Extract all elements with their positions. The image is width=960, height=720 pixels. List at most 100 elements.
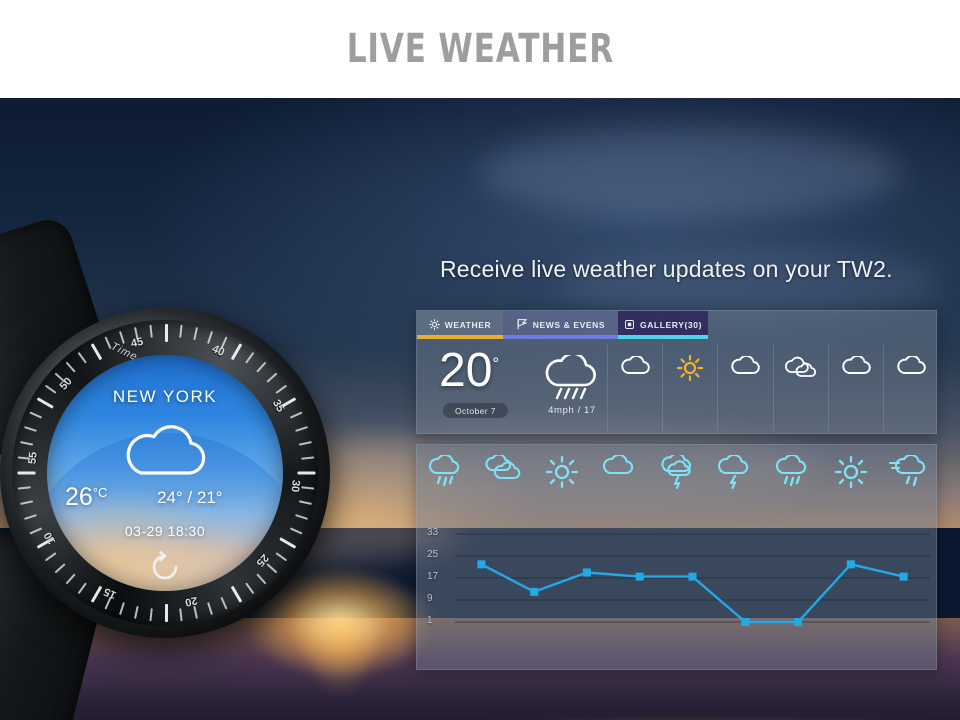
- bezel-tick: [230, 343, 243, 361]
- bezel-tick: [119, 330, 125, 344]
- current-date-badge: October 7: [443, 403, 508, 418]
- chart-y-tick-label: 25: [427, 549, 439, 560]
- chart-y-tick-label: 17: [427, 571, 439, 582]
- chart-data-point: [846, 560, 855, 569]
- bezel-tick: [149, 324, 153, 338]
- page-title: LIVE WEATHER: [346, 26, 614, 72]
- tab-news-label: NEWS & EVENS: [532, 320, 606, 330]
- watch-temperature: 26°C: [65, 483, 107, 512]
- bezel-tick: [256, 361, 267, 373]
- tab-news[interactable]: NEWS & EVENS: [503, 311, 618, 339]
- background-photo: Receive live weather updates on your TW2…: [0, 98, 960, 720]
- chart-data-point: [899, 572, 908, 581]
- bezel-tick: [165, 324, 168, 342]
- watch-city-label: NEW YORK: [112, 387, 218, 406]
- forecast-day-item[interactable]: [764, 451, 822, 513]
- weekday-forecast-item[interactable]: [882, 343, 938, 431]
- cloud-icon: [829, 351, 883, 385]
- chart-data-point: [477, 560, 486, 569]
- camera-icon: [624, 319, 635, 332]
- bezel-tick: [23, 426, 37, 432]
- lightning-cloud-icon: [706, 455, 764, 489]
- chart-data-point: [635, 572, 644, 581]
- chart-y-tick-label: 1: [427, 615, 433, 626]
- temperature-range-label: [533, 645, 591, 667]
- tab-weather[interactable]: WEATHER: [417, 311, 503, 339]
- weekday-forecast-item[interactable]: [607, 343, 662, 431]
- temperature-range-labels: [417, 645, 938, 667]
- current-temp-value: 20: [439, 344, 493, 397]
- watch-high-low: 24° / 21°: [157, 488, 223, 507]
- forecast-day-item[interactable]: [706, 451, 764, 513]
- tab-weather-label: WEATHER: [444, 320, 492, 330]
- tab-weather-indicator: [417, 335, 503, 339]
- wind-rain-icon: [880, 455, 938, 489]
- bezel-tick: [29, 411, 43, 419]
- chart-y-tick-label: 9: [427, 593, 433, 604]
- forecast-day-labels: [417, 451, 938, 513]
- temperature-range-label: [764, 645, 822, 667]
- bezel-tick: [193, 327, 198, 341]
- temperature-range-label: [706, 645, 764, 667]
- bezel-tick: [90, 343, 103, 361]
- bezel-tick: [17, 471, 36, 475]
- watch-temp-unit: °C: [92, 485, 108, 500]
- current-wind: 4mph / 17: [548, 405, 596, 416]
- weekday-forecast-item[interactable]: [772, 343, 828, 431]
- bezel-number: 45: [129, 335, 144, 351]
- bezel-tick: [149, 608, 153, 622]
- forecast-day-item[interactable]: [649, 451, 707, 513]
- rain-cloud-icon: [539, 352, 601, 406]
- tab-gallery[interactable]: GALLERY(30): [618, 311, 708, 339]
- weekday-forecast-item[interactable]: [662, 343, 717, 431]
- cloud-icon: [115, 425, 215, 486]
- current-temperature: 20°: [439, 347, 499, 395]
- tab-gallery-indicator: [618, 335, 708, 339]
- cloud-band: [480, 128, 900, 218]
- bezel-tick: [245, 351, 255, 364]
- forecast-day-item[interactable]: [822, 451, 880, 513]
- forecast-day-item[interactable]: [417, 451, 475, 513]
- rain-cloud-icon: [764, 455, 822, 489]
- bezel-tick: [297, 471, 316, 475]
- page-root: LIVE WEATHER Receive live weather update…: [0, 0, 960, 720]
- forecast-day-item[interactable]: [880, 451, 938, 513]
- bezel-tick: [179, 324, 183, 338]
- bezel-tick: [65, 361, 76, 373]
- clouds-icon: [475, 455, 533, 489]
- cloud-icon: [718, 351, 772, 385]
- weather-panel: WEATHER NEWS & EVENS GALLERY(30) 20° Oct…: [416, 310, 937, 434]
- bezel-tick: [289, 411, 303, 419]
- smartwatch: Time wner 55504540353025201510 NEW YORK …: [0, 213, 380, 720]
- bezel-tick: [20, 500, 34, 505]
- bezel-tick: [207, 602, 213, 616]
- watch-temp-value: 26: [65, 483, 93, 511]
- sun-icon: [663, 351, 717, 385]
- bezel-number: 30: [288, 479, 303, 493]
- sun-icon: [822, 455, 880, 489]
- chart-data-point: [582, 568, 591, 577]
- bezel-tick: [295, 514, 309, 520]
- clouds-icon: [774, 351, 828, 385]
- page-header: LIVE WEATHER: [0, 0, 960, 98]
- cloud-icon: [608, 351, 662, 385]
- weekday-forecast-item[interactable]: [717, 343, 772, 431]
- temperature-range-label: [880, 645, 938, 667]
- forecast-day-item[interactable]: [591, 451, 649, 513]
- sun-icon: [533, 455, 591, 489]
- chart-data-point: [530, 587, 539, 596]
- refresh-icon[interactable]: [149, 551, 181, 588]
- tab-news-indicator: [503, 335, 618, 339]
- watch-screen[interactable]: NEW YORK 26°C 24° / 21° 03-29 18:30: [47, 355, 283, 591]
- bezel-tick: [298, 500, 312, 505]
- chart-data-point: [794, 618, 803, 626]
- forecast-day-item[interactable]: [533, 451, 591, 513]
- storm-cloud-icon: [649, 455, 707, 489]
- bezel-tick: [289, 527, 303, 535]
- forecast-day-item[interactable]: [475, 451, 533, 513]
- bezel-tick: [23, 514, 37, 520]
- temperature-range-label: [417, 645, 475, 667]
- chart-svg: [455, 533, 930, 626]
- weekday-forecast-item[interactable]: [827, 343, 883, 431]
- bezel-tick: [207, 330, 213, 344]
